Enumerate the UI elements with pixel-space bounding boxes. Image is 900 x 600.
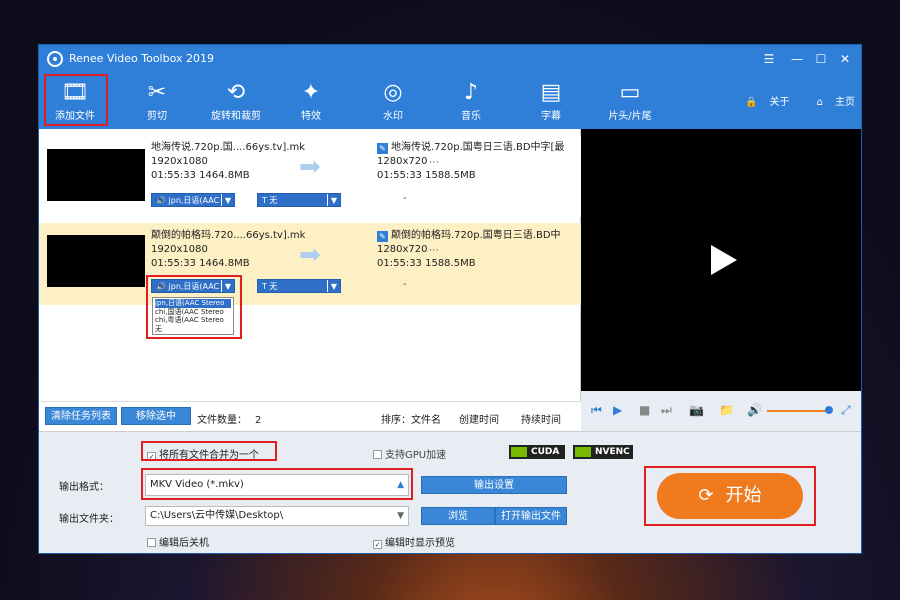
- intro-outro-button[interactable]: ▭ 片头/片尾: [595, 73, 665, 129]
- list-action-bar: 清除任务列表 移除选中 文件数量： 2 排序： 文件名 创建时间 持续时间: [39, 401, 581, 431]
- source-info: 地海传说.720p.国....66ys.tv].mk 1920x1080 01:…: [151, 142, 305, 181]
- home-link[interactable]: ⌂ 主页: [805, 97, 855, 108]
- subtitle-button[interactable]: ▤ 字幕: [519, 73, 583, 129]
- output-folder-label: 输出文件夹：: [59, 514, 119, 525]
- shutdown-checkbox[interactable]: 编辑后关机: [147, 534, 209, 549]
- volume-slider[interactable]: [767, 410, 829, 412]
- effects-button[interactable]: ✦ 特效: [279, 73, 343, 129]
- more-options[interactable]: ⋯: [429, 245, 439, 256]
- remove-selected-button[interactable]: 移除选中: [121, 407, 191, 425]
- audio-track-select[interactable]: 🔊 jpn,日语(AAC ▼: [151, 193, 235, 207]
- video-thumbnail: [47, 235, 145, 287]
- video-preview[interactable]: [581, 129, 861, 391]
- more-options[interactable]: ⋯: [429, 157, 439, 168]
- checkbox-icon: [373, 450, 382, 459]
- chevron-down-icon: ▼: [221, 194, 234, 206]
- chevron-down-icon: ▼: [327, 194, 340, 206]
- skip-forward-icon[interactable]: ⏭: [661, 403, 672, 418]
- watermark-button[interactable]: ◎ 水印: [361, 73, 425, 129]
- app-window: Renee Video Toolbox 2019 ☰ — ☐ ✕ 🎞 添加文件 ✂…: [38, 44, 862, 554]
- file-row[interactable]: 颠倒的帕格玛.720....66ys.tv].mk 1920x1080 01:5…: [39, 223, 581, 305]
- toolbar-right: 🔒 关于 ⌂ 主页: [721, 93, 855, 108]
- lock-icon: 🔒: [745, 97, 758, 108]
- output-info: ✎ 地海传说.720p.国粤日三语.BD中字[最 1280x720 01:55:3…: [377, 142, 565, 181]
- output-track: -: [403, 279, 407, 290]
- close-button[interactable]: ✕: [835, 49, 855, 69]
- nvenc-badge: NVENC: [573, 445, 633, 459]
- speaker-icon: 🔊: [156, 196, 166, 205]
- rotate-crop-icon: ⟲: [226, 80, 246, 105]
- scissors-icon: ✂: [147, 80, 167, 105]
- play-button-icon[interactable]: ▶: [613, 403, 622, 417]
- app-title: Renee Video Toolbox 2019: [69, 52, 214, 65]
- volume-icon[interactable]: 🔊: [747, 403, 762, 417]
- chevron-down-icon: ▼: [397, 511, 404, 521]
- convert-arrow-icon: ➡: [299, 240, 321, 270]
- clear-list-button[interactable]: 清除任务列表: [45, 407, 117, 425]
- music-button[interactable]: ♪ 音乐: [439, 73, 503, 129]
- home-icon: ⌂: [816, 97, 823, 108]
- convert-arrow-icon: ➡: [299, 152, 321, 182]
- sort-label: 排序：: [381, 415, 411, 426]
- app-logo-icon: [47, 51, 63, 67]
- chevron-down-icon: ▼: [327, 280, 340, 292]
- gpu-checkbox[interactable]: 支持GPU加速: [373, 446, 446, 461]
- subtitle-icon: ▤: [540, 80, 562, 105]
- annotation-box-audio: [146, 275, 242, 339]
- file-count-label: 文件数量： 2: [197, 415, 262, 426]
- cuda-badge: CUDA: [509, 445, 565, 459]
- output-settings-button[interactable]: 输出设置: [421, 476, 567, 494]
- fullscreen-icon[interactable]: ⤢: [841, 403, 851, 418]
- effects-icon: ✦: [301, 80, 321, 105]
- sort-by-duration[interactable]: 持续时间: [521, 411, 561, 426]
- menu-button[interactable]: ☰: [759, 49, 779, 69]
- edit-name-icon[interactable]: ✎: [377, 231, 388, 242]
- stop-icon[interactable]: ■: [639, 403, 650, 417]
- output-folder-input[interactable]: C:\Users\云中传媒\Desktop\ ▼: [145, 506, 409, 526]
- nvidia-logo-icon: [575, 447, 591, 457]
- output-track: -: [403, 193, 407, 204]
- cut-button[interactable]: ✂ 剪切: [123, 73, 191, 129]
- output-info: ✎ 颠倒的帕格玛.720p.国粤日三语.BD中 1280x720 01:55:33…: [377, 230, 561, 269]
- file-list: 地海传说.720p.国....66ys.tv].mk 1920x1080 01:…: [39, 129, 581, 401]
- rotate-crop-button[interactable]: ⟲ 旋转和裁剪: [199, 73, 273, 129]
- open-output-folder-button[interactable]: 打开输出文件: [495, 507, 567, 525]
- camera-icon[interactable]: 📷: [689, 403, 704, 417]
- sort-by-name[interactable]: 文件名: [411, 411, 441, 426]
- annotation-box-merge: [141, 441, 277, 461]
- player-controls: ⏮ ▶ ■ ⏭ 📷 📁 🔊 ⤢: [581, 391, 861, 431]
- checkbox-icon: ✓: [373, 540, 382, 549]
- intro-outro-icon: ▭: [619, 80, 641, 105]
- annotation-box-format: [141, 468, 413, 500]
- annotation-box-start: [644, 466, 816, 526]
- output-format-label: 输出格式：: [59, 482, 109, 493]
- file-row[interactable]: 地海传说.720p.国....66ys.tv].mk 1920x1080 01:…: [39, 135, 581, 217]
- subtitle-select[interactable]: T 无 ▼: [257, 193, 341, 207]
- skip-back-icon[interactable]: ⏮: [591, 403, 602, 418]
- music-icon: ♪: [463, 80, 479, 105]
- folder-icon[interactable]: 📁: [719, 403, 734, 417]
- sort-by-created[interactable]: 创建时间: [459, 411, 499, 426]
- play-icon[interactable]: [711, 245, 737, 275]
- volume-knob[interactable]: [825, 406, 833, 414]
- maximize-button[interactable]: ☐: [811, 49, 831, 69]
- watermark-icon: ◎: [383, 80, 403, 105]
- subtitle-select[interactable]: T 无 ▼: [257, 279, 341, 293]
- nvidia-logo-icon: [511, 447, 527, 457]
- about-link[interactable]: 🔒 关于: [733, 97, 789, 108]
- video-thumbnail: [47, 149, 145, 201]
- checkbox-icon: [147, 538, 156, 547]
- title-bar: Renee Video Toolbox 2019 ☰ — ☐ ✕: [39, 45, 861, 73]
- minimize-button[interactable]: —: [787, 49, 807, 69]
- source-info: 颠倒的帕格玛.720....66ys.tv].mk 1920x1080 01:5…: [151, 230, 306, 269]
- annotation-box-add-file: [44, 74, 108, 126]
- main-toolbar: 🎞 添加文件 ✂ 剪切 ⟲ 旋转和裁剪 ✦ 特效 ◎ 水印 ♪ 音乐 ▤ 字幕 ▭ 片头/片尾 …: [39, 73, 861, 129]
- show-preview-checkbox[interactable]: ✓ 编辑时显示预览: [373, 534, 455, 549]
- edit-name-icon[interactable]: ✎: [377, 143, 388, 154]
- browse-button[interactable]: 浏览: [421, 507, 495, 525]
